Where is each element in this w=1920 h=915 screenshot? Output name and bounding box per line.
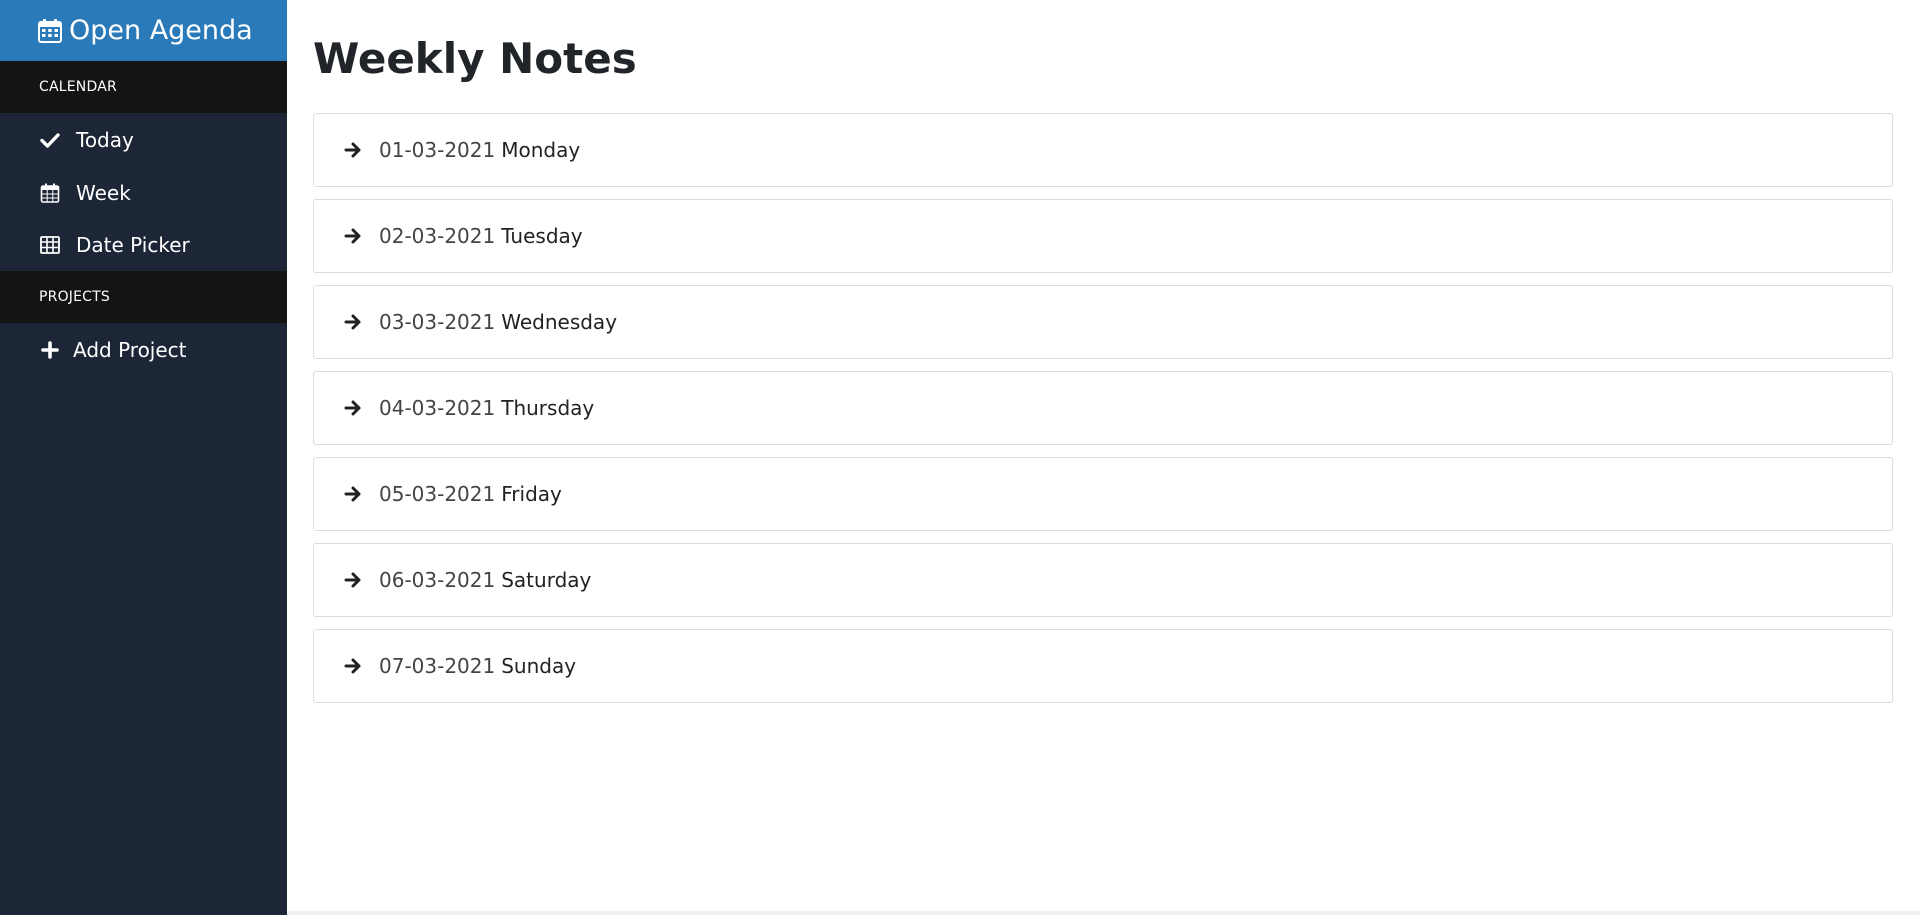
page-title: Weekly Notes — [313, 34, 637, 83]
projects-nav: Add Project — [0, 323, 287, 377]
day-name: Saturday — [501, 568, 592, 592]
table-icon — [39, 234, 61, 256]
day-date: 02-03-2021 — [379, 224, 496, 248]
plus-icon — [39, 339, 61, 361]
arrow-right-icon — [344, 313, 362, 331]
day-date: 07-03-2021 — [379, 654, 496, 678]
arrow-right-icon — [344, 141, 362, 159]
day-card-thursday[interactable]: 04-03-2021 Thursday — [313, 371, 1893, 445]
arrow-right-icon — [344, 657, 362, 675]
brand-title: Open Agenda — [69, 15, 253, 46]
section-header-projects: PROJECTS — [0, 271, 287, 323]
day-list: 01-03-2021 Monday 02-03-2021 Tuesday 03-… — [313, 113, 1893, 703]
day-name: Sunday — [501, 654, 577, 678]
sidebar-item-week[interactable]: Week — [0, 167, 287, 219]
day-name: Wednesday — [501, 310, 618, 334]
day-name: Thursday — [501, 396, 595, 420]
day-card-sunday[interactable]: 07-03-2021 Sunday — [313, 629, 1893, 703]
day-name: Tuesday — [501, 224, 583, 248]
arrow-right-icon — [344, 571, 362, 589]
main-content: Weekly Notes 01-03-2021 Monday 02-03-202… — [287, 0, 1920, 915]
day-card-monday[interactable]: 01-03-2021 Monday — [313, 113, 1893, 187]
section-header-calendar: CALENDAR — [0, 61, 287, 113]
calendar-icon — [39, 182, 61, 204]
arrow-right-icon — [344, 399, 362, 417]
sidebar-item-label: Add Project — [73, 338, 187, 362]
day-date: 03-03-2021 — [379, 310, 496, 334]
day-date: 06-03-2021 — [379, 568, 496, 592]
brand-link[interactable]: Open Agenda — [0, 0, 287, 61]
sidebar-item-label: Date Picker — [76, 233, 190, 257]
app-root: Open Agenda CALENDAR Today Week Date Pic… — [0, 0, 1920, 915]
arrow-right-icon — [344, 485, 362, 503]
day-date: 01-03-2021 — [379, 138, 496, 162]
day-date: 05-03-2021 — [379, 482, 496, 506]
day-date: 04-03-2021 — [379, 396, 496, 420]
arrow-right-icon — [344, 227, 362, 245]
sidebar-item-date-picker[interactable]: Date Picker — [0, 219, 287, 271]
sidebar-item-add-project[interactable]: Add Project — [0, 323, 287, 377]
day-name: Friday — [501, 482, 562, 506]
day-card-wednesday[interactable]: 03-03-2021 Wednesday — [313, 285, 1893, 359]
day-card-tuesday[interactable]: 02-03-2021 Tuesday — [313, 199, 1893, 273]
check-icon — [39, 129, 61, 151]
calendar-nav: Today Week Date Picker — [0, 113, 287, 271]
sidebar-item-label: Today — [76, 128, 134, 152]
sidebar: Open Agenda CALENDAR Today Week Date Pic… — [0, 0, 287, 915]
day-name: Monday — [501, 138, 581, 162]
calendar-icon — [37, 18, 63, 44]
day-card-saturday[interactable]: 06-03-2021 Saturday — [313, 543, 1893, 617]
horizontal-scrollbar[interactable] — [287, 911, 1920, 915]
sidebar-item-today[interactable]: Today — [0, 113, 287, 167]
sidebar-item-label: Week — [76, 181, 131, 205]
day-card-friday[interactable]: 05-03-2021 Friday — [313, 457, 1893, 531]
